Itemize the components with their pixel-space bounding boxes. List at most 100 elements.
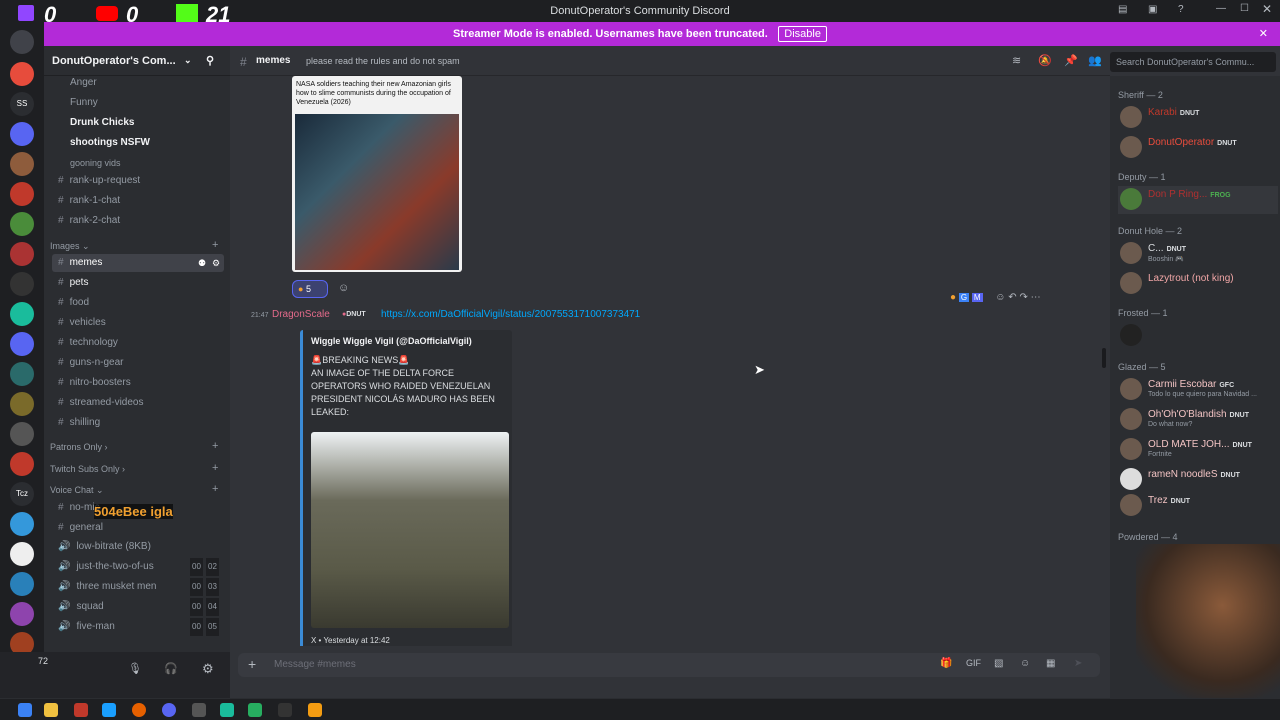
maximize-icon[interactable]: ☐ [1240, 3, 1249, 14]
message-image[interactable]: NASA soldiers teaching their new Amazoni… [292, 76, 462, 272]
explorer-icon[interactable] [18, 703, 32, 717]
send-icon[interactable]: ➤ [1074, 658, 1082, 669]
channel-drunk-chicks[interactable]: Drunk Chicks [52, 114, 224, 132]
notepad-icon[interactable] [248, 703, 262, 717]
server-icon[interactable]: SS [10, 92, 34, 116]
pin-icon[interactable]: 📌 [1064, 54, 1078, 67]
server-header[interactable]: DonutOperator's Com... ⌄ ⚲ [44, 46, 230, 76]
channel-rank-up-request[interactable]: # rank-up-request [52, 172, 224, 190]
reply-icon[interactable]: ↶ [1008, 292, 1016, 303]
channel-rank-2-chat[interactable]: # rank-2-chat [52, 212, 224, 230]
voice-channel-low-bitrate[interactable]: 🔊 low-bitrate (8KB) [52, 538, 224, 556]
app-icon[interactable] [74, 703, 88, 717]
microphone-icon[interactable]: 🎙 [128, 662, 142, 675]
search-input[interactable]: Search DonutOperator's Commu... [1110, 52, 1276, 72]
direct-messages-icon[interactable] [10, 30, 34, 54]
inbox-icon[interactable]: ▤ [1118, 4, 1127, 15]
screen-icon[interactable]: ▣ [1148, 4, 1157, 15]
m-icon[interactable]: M [971, 293, 983, 302]
category-voice-chat[interactable]: Voice Chat ⌄ [50, 485, 104, 496]
channel-shootings[interactable]: shootings NSFW [52, 134, 224, 152]
emoji-icon[interactable]: ☺ [1020, 658, 1030, 669]
add-reaction-icon[interactable]: ☺ [995, 292, 1005, 303]
add-channel-icon[interactable]: + [212, 462, 218, 474]
chevron-down-icon[interactable]: ⌄ [184, 55, 192, 66]
add-channel-icon[interactable]: + [212, 440, 218, 452]
more-icon[interactable]: ⋯ [1031, 292, 1041, 303]
channel-technology[interactable]: # technology [52, 334, 224, 352]
message-composer[interactable]: + Message #memes 🎁 GIF ▧ ☺ ▦ ➤ [238, 653, 1100, 677]
channel-memes[interactable]: # memes ⚉ ⚙ [52, 254, 224, 272]
server-icon[interactable] [10, 62, 34, 86]
app-icon[interactable] [192, 703, 206, 717]
minimize-icon[interactable]: — [1216, 3, 1226, 14]
server-icon[interactable] [10, 182, 34, 206]
close-banner-icon[interactable]: ✕ [1259, 27, 1268, 40]
member-item[interactable]: Karabi DNUT [1118, 104, 1278, 132]
members-icon[interactable]: 👥 [1088, 54, 1102, 67]
server-icon[interactable] [10, 542, 34, 566]
server-icon[interactable] [10, 452, 34, 476]
scrollbar-thumb[interactable] [1102, 348, 1106, 368]
notification-icon[interactable]: 🔕 [1038, 54, 1052, 67]
server-icon[interactable] [10, 152, 34, 176]
forward-icon[interactable]: ↷ [1019, 292, 1027, 303]
invite-icon[interactable]: ⚉ [198, 254, 206, 272]
apps-icon[interactable]: ▦ [1046, 658, 1055, 669]
server-icon[interactable] [10, 362, 34, 386]
member-item[interactable]: Oh'Oh'O'Blandish DNUT Do what now? [1118, 406, 1278, 434]
gear-icon[interactable]: ⚙ [202, 661, 214, 677]
server-icon[interactable] [10, 242, 34, 266]
voice-channel-general[interactable]: # general [52, 519, 224, 537]
server-icon[interactable] [10, 302, 34, 326]
category-images[interactable]: Images ⌄ [50, 241, 90, 252]
channel-funny[interactable]: Funny [52, 94, 224, 112]
message-author[interactable]: DragonScale [272, 309, 330, 320]
disable-streamer-mode-button[interactable]: Disable [778, 26, 827, 42]
member-item[interactable]: Don P Ring... FROG [1118, 186, 1278, 214]
embed-author[interactable]: Wiggle Wiggle Vigil (@DaOfficialVigil) [311, 336, 472, 346]
headphones-icon[interactable]: 🎧 [164, 662, 178, 675]
channel-vehicles[interactable]: # vehicles [52, 314, 224, 332]
channel-nitro-boosters[interactable]: # nitro-boosters [52, 374, 224, 392]
voice-channel-squad[interactable]: 🔊 squad 00 04 [52, 598, 224, 616]
g-icon[interactable]: G [958, 293, 970, 302]
gift-icon[interactable]: 🎁 [940, 658, 952, 669]
category-twitch-subs[interactable]: Twitch Subs Only › [50, 464, 125, 474]
vlc-icon[interactable] [308, 703, 322, 717]
channel-pets[interactable]: # pets [52, 274, 224, 292]
steam-icon[interactable] [102, 703, 116, 717]
channel-gooning[interactable]: gooning vids [52, 154, 224, 172]
gif-icon[interactable]: GIF [966, 658, 981, 668]
server-icon[interactable] [10, 602, 34, 626]
member-item[interactable]: rameN noodleS DNUT [1118, 466, 1278, 494]
message-input[interactable]: Message #memes [274, 659, 356, 670]
sticker-icon[interactable]: ▧ [994, 658, 1003, 669]
voice-channel-just-two[interactable]: 🔊 just-the-two-of-us 00 02 [52, 558, 224, 576]
gear-icon[interactable]: ⚙ [212, 254, 220, 272]
firefox-icon[interactable] [132, 703, 146, 717]
channel-food[interactable]: # food [52, 294, 224, 312]
server-icon[interactable] [10, 212, 34, 236]
server-icon[interactable] [10, 512, 34, 536]
channel-streamed-videos[interactable]: # streamed-videos [52, 394, 224, 412]
coin-icon[interactable]: ● [950, 292, 956, 303]
server-icon[interactable] [10, 392, 34, 416]
close-window-icon[interactable]: ✕ [1262, 2, 1272, 16]
server-icon[interactable] [10, 332, 34, 356]
voice-channel-five-man[interactable]: 🔊 five-man 00 05 [52, 618, 224, 636]
voice-channel-three-musket[interactable]: 🔊 three musket men 00 03 [52, 578, 224, 596]
folder-icon[interactable] [44, 703, 58, 717]
category-patrons-only[interactable]: Patrons Only › [50, 442, 108, 452]
member-item[interactable]: C... DNUT Booshin 🎮 [1118, 240, 1278, 268]
add-channel-icon[interactable]: + [212, 483, 218, 495]
channel-anger[interactable]: Anger [52, 74, 224, 92]
app-icon[interactable] [220, 703, 234, 717]
server-icon[interactable] [10, 572, 34, 596]
embed-image[interactable] [311, 432, 509, 628]
message-link[interactable]: https://x.com/DaOfficialVigil/status/200… [381, 309, 640, 320]
member-item[interactable]: DonutOperator DNUT [1118, 134, 1278, 162]
server-icon[interactable]: Tcz [10, 482, 34, 506]
add-channel-icon[interactable]: + [212, 239, 218, 251]
add-reaction-icon[interactable]: ☺ [338, 282, 349, 294]
